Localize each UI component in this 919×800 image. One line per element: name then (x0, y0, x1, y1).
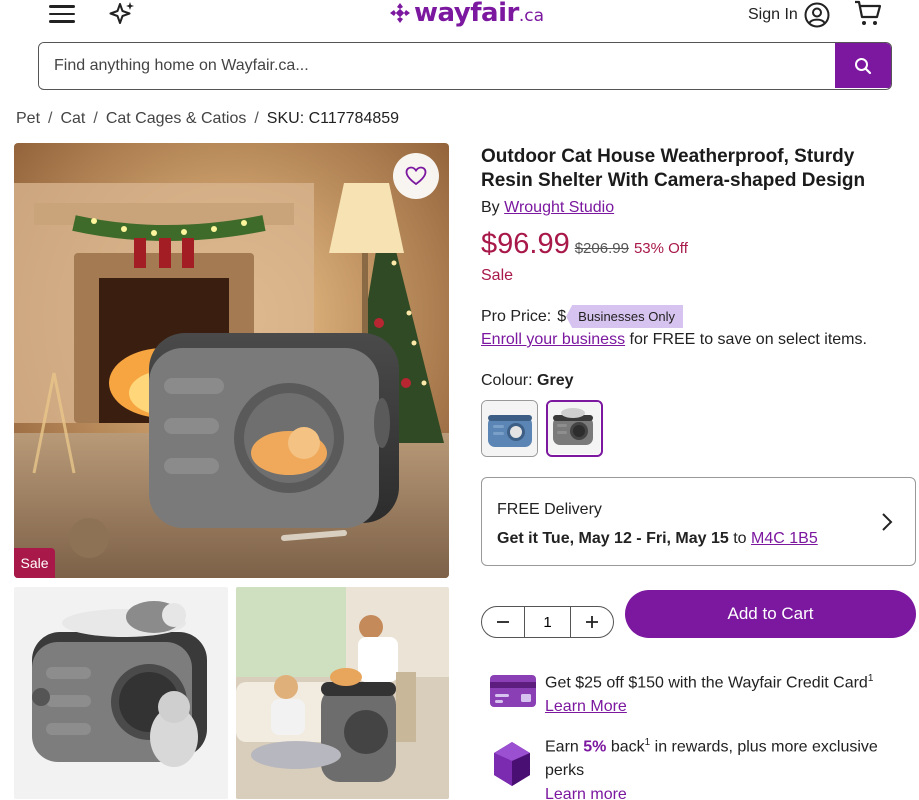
hamburger-menu-icon[interactable] (48, 2, 76, 24)
cat-house-fireplace-scene (14, 143, 449, 578)
delivery-title: FREE Delivery (497, 501, 602, 518)
businesses-only-badge: Businesses Only (566, 305, 683, 328)
cart-icon[interactable] (852, 0, 884, 28)
postal-code-link[interactable]: M4C 1B5 (751, 530, 818, 547)
sale-badge: Sale (14, 548, 55, 578)
breadcrumb-separator: / (254, 110, 259, 127)
breadcrumb-cat[interactable]: Cat (60, 110, 85, 128)
wayfair-logo[interactable]: wayfair .ca (388, 0, 544, 30)
delivery-window: Get it Tue, May 12 - Fri, May 15 (497, 530, 729, 547)
site-header: wayfair .ca Sign In (0, 0, 919, 36)
rewards-text-mid: back (606, 738, 645, 756)
was-price: $206.99 (574, 240, 629, 257)
rewards-text-pre: Earn (545, 738, 584, 756)
decrease-quantity-button[interactable] (482, 607, 524, 637)
logo-tld: .ca (518, 6, 544, 26)
add-to-cart-button[interactable]: Add to Cart (625, 590, 916, 638)
chevron-right-icon (882, 513, 893, 531)
colour-swatch-grey[interactable] (546, 400, 603, 457)
sign-in-button[interactable]: Sign In (748, 2, 830, 28)
sign-in-label: Sign In (748, 6, 798, 23)
colour-swatch-blue[interactable] (481, 400, 538, 457)
breadcrumb-separator: / (93, 110, 98, 127)
delivery-date: Get it Tue, May 12 - Fri, May 15 to M4C … (497, 530, 818, 548)
breadcrumb-cat-cages[interactable]: Cat Cages & Catios (106, 110, 247, 128)
sparkle-icon[interactable] (108, 0, 136, 28)
credit-card-promo: Get $25 off $150 with the Wayfair Credit… (545, 667, 873, 719)
rewards-percent: 5% (583, 738, 607, 756)
main-product-image[interactable] (14, 143, 449, 578)
delivery-card[interactable]: FREE Delivery Get it Tue, May 12 - Fri, … (481, 477, 916, 566)
credit-card-footnote: 1 (867, 673, 874, 684)
heart-icon (405, 166, 427, 186)
credit-card-text: Get $25 off $150 with the Wayfair Credit… (545, 674, 868, 692)
breadcrumb-pet[interactable]: Pet (16, 110, 40, 128)
price-row: $96.99 $206.99 53% Off (481, 228, 688, 261)
plus-icon (586, 616, 598, 628)
increase-quantity-button[interactable] (571, 607, 613, 637)
pro-price-label: Pro Price: (481, 307, 552, 325)
grey-house-swatch-image (548, 402, 600, 454)
product-title: Outdoor Cat House Weatherproof, Sturdy R… (481, 146, 866, 191)
minus-icon (497, 621, 509, 623)
logo-text: wayfair (414, 0, 519, 28)
search-icon (855, 57, 872, 74)
sale-label: Sale (481, 267, 514, 284)
search-button[interactable] (835, 43, 891, 88)
discount-percent: 53% Off (633, 240, 688, 257)
quantity-input[interactable] (524, 607, 571, 637)
delivery-to-label: to (728, 530, 752, 547)
search-bar (38, 42, 892, 90)
brand-link[interactable]: Wrought Studio (504, 199, 614, 216)
current-price: $96.99 (481, 228, 570, 260)
favorite-button[interactable] (393, 153, 439, 199)
credit-card-icon (490, 675, 536, 707)
search-input[interactable] (39, 43, 837, 88)
breadcrumb: Pet / Cat / Cat Cages & Catios / SKU: C1… (16, 110, 399, 128)
product-thumbnail-2[interactable] (236, 587, 449, 799)
enroll-business-link[interactable]: Enroll your business (481, 331, 625, 348)
breadcrumb-sku: SKU: C117784859 (266, 110, 400, 127)
pro-price-masked: $ (557, 307, 567, 325)
pro-price-row: Pro Price: $ Businesses Only (481, 305, 683, 328)
breadcrumb-separator: / (48, 110, 53, 127)
credit-card-learn-more-link[interactable]: Learn More (545, 698, 627, 715)
blue-house-swatch-image (482, 401, 537, 456)
account-icon (804, 2, 830, 28)
colour-label: Colour: (481, 372, 533, 389)
colour-selector-label: Colour: Grey (481, 372, 574, 390)
enroll-text: Enroll your business for FREE to save on… (481, 331, 867, 349)
colour-value: Grey (537, 372, 574, 389)
product-byline: By Wrought Studio (481, 199, 614, 217)
enroll-description: for FREE to save on select items. (625, 331, 867, 348)
by-label: By (481, 199, 500, 216)
rewards-promo: Earn 5% back1 in rewards, plus more excl… (545, 731, 895, 800)
rewards-gem-icon (494, 742, 530, 786)
wayfair-logo-icon (390, 3, 410, 23)
cat-house-white-background (14, 587, 228, 799)
cat-house-kids-scene (236, 587, 449, 799)
quantity-stepper (481, 606, 614, 638)
product-thumbnail-1[interactable] (14, 587, 228, 799)
rewards-learn-more-link[interactable]: Learn more (545, 786, 627, 800)
